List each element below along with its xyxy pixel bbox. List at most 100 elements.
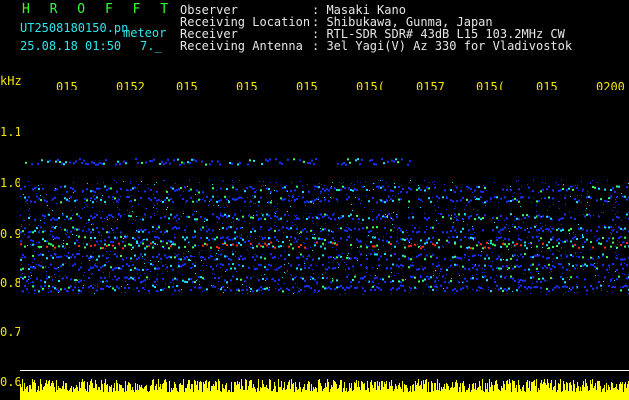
signal-pixel — [182, 236, 184, 239]
signal-pixel — [100, 198, 102, 201]
signal-pixel — [242, 289, 244, 292]
noise-pixel — [575, 264, 576, 265]
signal-pixel — [346, 229, 348, 232]
noise-pixel — [423, 293, 424, 294]
noise-pixel — [149, 293, 150, 294]
signal-pixel — [516, 227, 518, 230]
signal-pixel — [142, 286, 144, 289]
noise-pixel — [145, 285, 146, 286]
signal-pixel — [430, 285, 432, 288]
signal-pixel — [234, 213, 236, 216]
signal-pixel — [538, 200, 540, 203]
noise-pixel — [577, 268, 578, 269]
noise-floor-bar — [276, 392, 277, 400]
signal-pixel — [242, 258, 244, 261]
signal-pixel — [380, 217, 382, 220]
signal-pixel — [195, 160, 197, 163]
noise-pixel — [578, 190, 579, 191]
noise-floor-bar — [243, 390, 244, 400]
noise-pixel — [510, 278, 511, 279]
signal-pixel — [192, 246, 194, 249]
signal-pixel — [436, 276, 438, 279]
signal-pixel — [254, 258, 256, 261]
noise-floor-bar — [356, 380, 357, 400]
noise-pixel — [142, 256, 143, 257]
noise-floor-bar — [603, 388, 604, 400]
signal-pixel — [40, 199, 42, 202]
noise-pixel — [79, 250, 80, 251]
signal-pixel — [538, 228, 540, 231]
signal-pixel — [568, 229, 570, 232]
signal-pixel — [566, 239, 568, 242]
noise-pixel — [586, 208, 587, 209]
signal-pixel — [138, 276, 140, 279]
signal-pixel — [172, 243, 174, 246]
noise-floor-bar — [67, 390, 68, 400]
noise-pixel — [552, 254, 553, 255]
noise-pixel — [583, 269, 584, 270]
noise-pixel — [357, 247, 358, 248]
signal-pixel — [96, 240, 98, 243]
noise-pixel — [391, 276, 392, 277]
signal-pixel — [112, 195, 114, 198]
signal-pixel — [404, 238, 406, 241]
noise-pixel — [256, 190, 257, 191]
noise-floor-bar — [33, 382, 34, 400]
noise-floor-bar — [407, 388, 408, 400]
noise-pixel — [365, 244, 366, 245]
noise-pixel — [371, 287, 372, 288]
noise-pixel — [31, 275, 32, 276]
signal-pixel — [220, 263, 222, 266]
noise-floor-bar — [29, 385, 30, 400]
noise-pixel — [28, 283, 29, 284]
signal-pixel — [390, 267, 392, 270]
noise-pixel — [531, 202, 532, 203]
noise-floor-bar — [293, 383, 294, 400]
noise-pixel — [105, 281, 106, 282]
noise-pixel — [624, 263, 625, 264]
signal-pixel — [296, 256, 298, 259]
signal-pixel — [172, 278, 174, 281]
noise-pixel — [229, 196, 230, 197]
noise-pixel — [288, 263, 289, 264]
signal-pixel — [374, 277, 376, 280]
signal-pixel — [138, 268, 140, 271]
noise-pixel — [274, 206, 275, 207]
signal-pixel — [580, 265, 582, 268]
signal-pixel — [24, 227, 26, 230]
signal-pixel — [182, 264, 184, 267]
signal-pixel — [396, 240, 398, 243]
signal-pixel — [358, 281, 360, 284]
signal-pixel — [256, 289, 258, 292]
signal-pixel — [238, 264, 240, 267]
signal-pixel — [210, 198, 212, 201]
noise-pixel — [466, 248, 467, 249]
noise-pixel — [607, 180, 608, 181]
signal-pixel — [219, 163, 221, 166]
noise-pixel — [262, 293, 263, 294]
signal-pixel — [154, 267, 156, 270]
noise-pixel — [615, 214, 616, 215]
noise-pixel — [565, 292, 566, 293]
signal-pixel — [250, 230, 252, 233]
signal-pixel — [532, 190, 534, 193]
signal-pixel — [248, 266, 250, 269]
noise-pixel — [55, 277, 56, 278]
signal-pixel — [26, 280, 28, 283]
noise-pixel — [324, 185, 325, 186]
noise-pixel — [62, 213, 63, 214]
signal-pixel — [240, 278, 242, 281]
signal-pixel — [450, 279, 452, 282]
signal-pixel — [92, 201, 94, 204]
signal-pixel — [62, 245, 64, 248]
signal-pixel — [74, 189, 76, 192]
signal-pixel — [506, 265, 508, 268]
signal-pixel — [38, 197, 40, 200]
signal-pixel — [494, 244, 496, 247]
signal-pixel — [220, 253, 222, 256]
noise-pixel — [385, 221, 386, 222]
signal-pixel — [308, 190, 310, 193]
noise-floor-bar — [462, 383, 463, 400]
signal-pixel — [202, 277, 204, 280]
signal-pixel — [584, 286, 586, 289]
